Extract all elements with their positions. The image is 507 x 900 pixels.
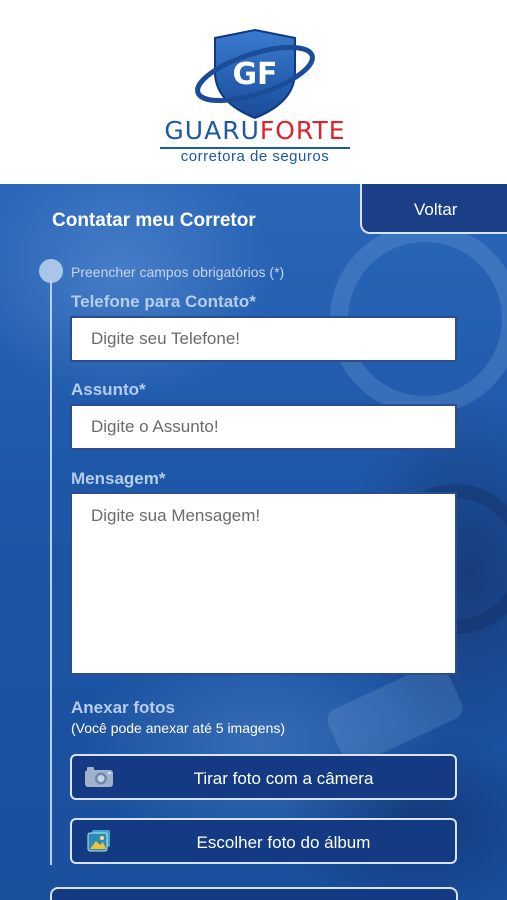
contact-form-panel: Contatar meu Corretor Voltar Preencher c… (0, 184, 507, 900)
page-title: Contatar meu Corretor (52, 210, 256, 231)
guaruforte-logo: GF GUARUFORTE corretora de seguros (150, 22, 360, 172)
logo-tagline: corretora de seguros (180, 148, 330, 165)
message-label: Mensagem* (71, 469, 166, 488)
logo-word-guaru: GUARU (164, 116, 260, 145)
back-button[interactable]: Voltar (360, 184, 507, 234)
camera-icon (85, 767, 113, 787)
message-textarea[interactable] (70, 492, 457, 675)
take-photo-button[interactable]: Tirar foto com a câmera (70, 754, 457, 800)
timeline-line (50, 280, 52, 865)
subject-input[interactable] (70, 404, 457, 450)
logo-wordmark: GUARUFORTE (150, 118, 360, 144)
background-decoration (323, 659, 467, 769)
phone-input[interactable] (70, 316, 457, 362)
logo-monogram: GF (232, 57, 277, 92)
required-fields-note: Preencher campos obrigatórios (*) (71, 264, 285, 280)
subject-label: Assunto* (71, 380, 146, 399)
choose-album-photo-label: Escolher foto do álbum (196, 833, 371, 852)
photo-album-icon (87, 830, 110, 852)
submit-button-partial[interactable] (50, 887, 458, 900)
phone-label: Telefone para Contato* (71, 292, 256, 311)
logo-shield-icon: GF (195, 28, 315, 120)
choose-album-photo-button[interactable]: Escolher foto do álbum (70, 818, 457, 864)
take-photo-label: Tirar foto com a câmera (193, 769, 374, 788)
attach-photos-hint: (Você pode anexar até 5 imagens) (71, 720, 286, 736)
attach-photos-title: Anexar fotos (71, 698, 175, 717)
logo-word-forte: FORTE (259, 116, 346, 145)
app-header: GF GUARUFORTE corretora de seguros (0, 0, 507, 184)
